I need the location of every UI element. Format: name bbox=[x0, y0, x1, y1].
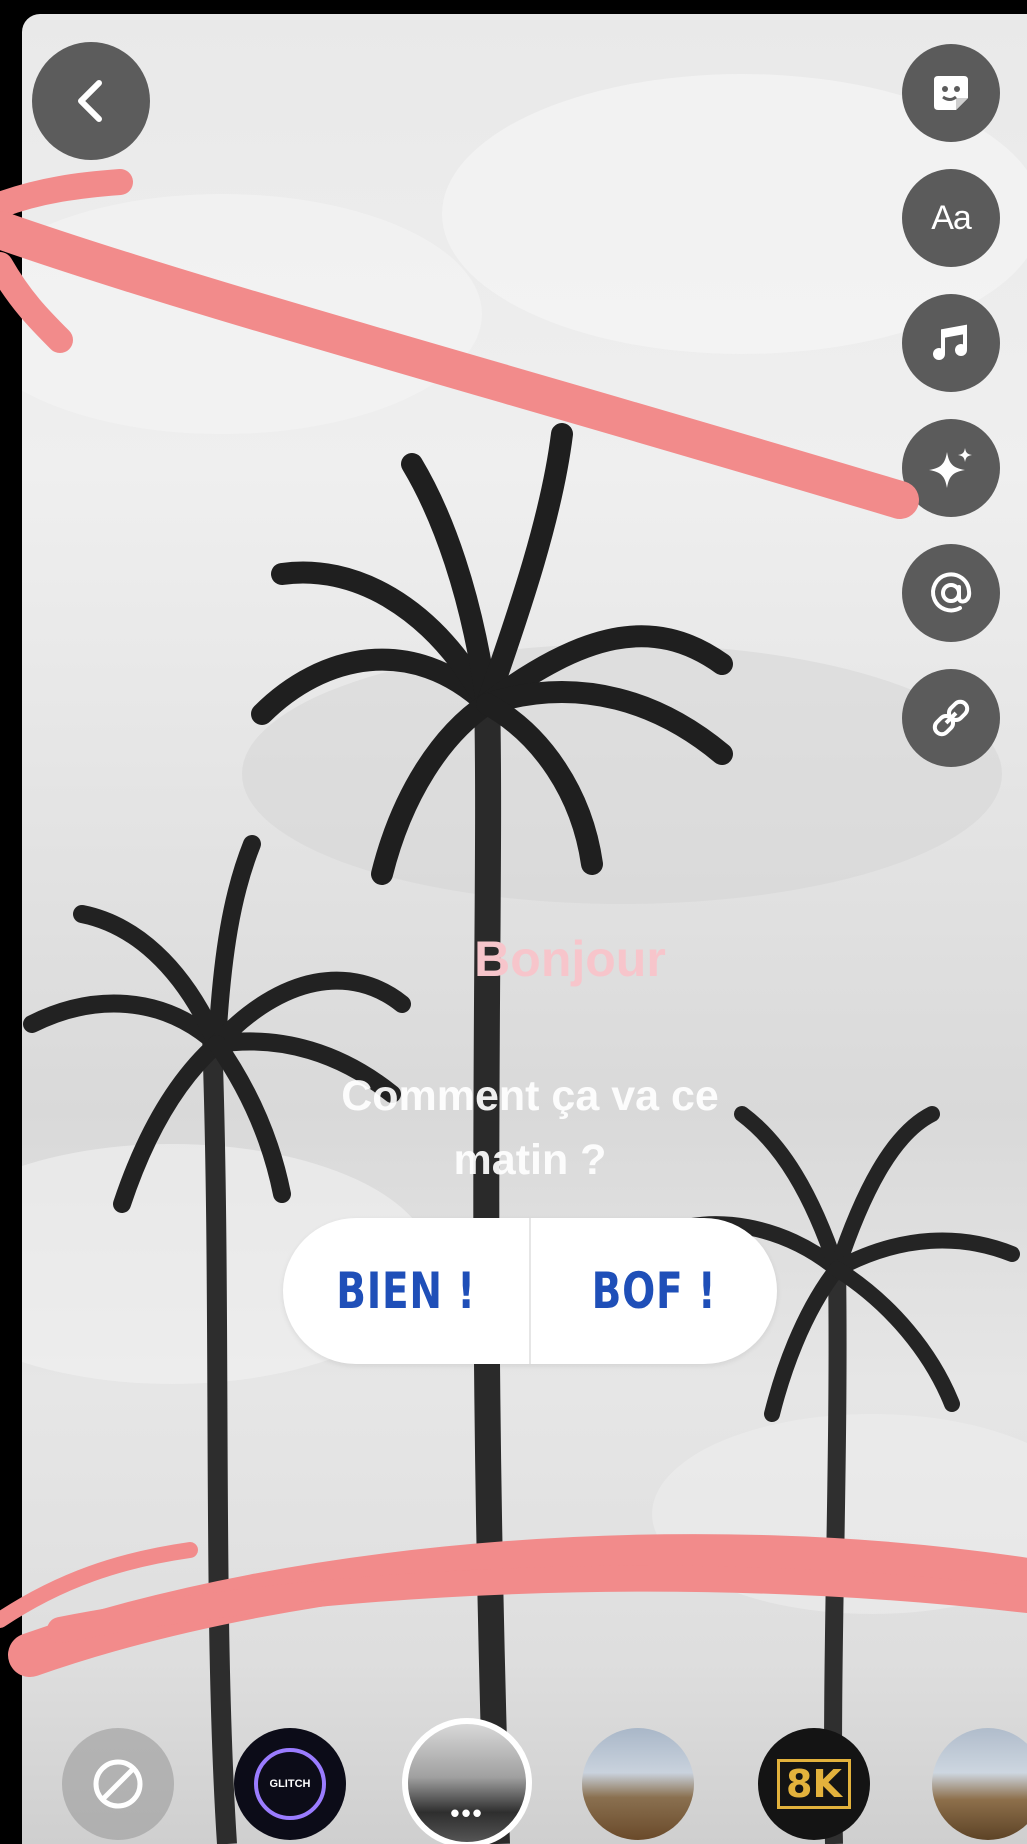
sticker-title[interactable]: Bonjour bbox=[440, 930, 700, 988]
no-filter-icon bbox=[93, 1759, 143, 1809]
back-button[interactable] bbox=[32, 42, 150, 160]
poll-question[interactable]: Comment ça va ce matin ? bbox=[300, 1064, 760, 1192]
poll-divider bbox=[529, 1218, 531, 1364]
music-icon bbox=[933, 324, 967, 360]
no-filter-button[interactable] bbox=[62, 1728, 174, 1840]
link-icon bbox=[932, 699, 970, 737]
palm-trees-background bbox=[22, 74, 1027, 1844]
filter-tray: GLITCH ••• 8K bbox=[22, 1700, 1027, 1844]
effects-icon bbox=[929, 448, 972, 488]
more-options-icon[interactable]: ••• bbox=[450, 1798, 483, 1829]
poll-option-bien[interactable]: BIEN ! bbox=[310, 1218, 502, 1364]
poll-sticker[interactable]: BIEN ! BOF ! bbox=[283, 1218, 777, 1364]
chevron-left-icon bbox=[78, 80, 102, 122]
8k-label: 8K bbox=[777, 1759, 851, 1809]
music-button[interactable] bbox=[902, 294, 1000, 392]
mention-icon bbox=[931, 572, 972, 613]
filter-glitch[interactable]: GLITCH bbox=[234, 1728, 346, 1840]
text-button[interactable]: Aa bbox=[902, 169, 1000, 267]
poll-option-bof[interactable]: BOF ! bbox=[558, 1218, 750, 1364]
mention-button[interactable] bbox=[902, 544, 1000, 642]
story-tools: Aa bbox=[902, 44, 1000, 794]
link-button[interactable] bbox=[902, 669, 1000, 767]
filter-landscape-2[interactable] bbox=[932, 1728, 1027, 1840]
sticker-icon bbox=[934, 76, 968, 110]
filter-8k[interactable]: 8K bbox=[758, 1728, 870, 1840]
filter-landscape-1[interactable] bbox=[582, 1728, 694, 1840]
story-canvas bbox=[22, 14, 1027, 1844]
glitch-label: GLITCH bbox=[254, 1748, 326, 1820]
filter-selected[interactable]: ••• bbox=[402, 1718, 532, 1844]
sticker-button[interactable] bbox=[902, 44, 1000, 142]
text-icon: Aa bbox=[931, 198, 972, 237]
effects-button[interactable] bbox=[902, 419, 1000, 517]
